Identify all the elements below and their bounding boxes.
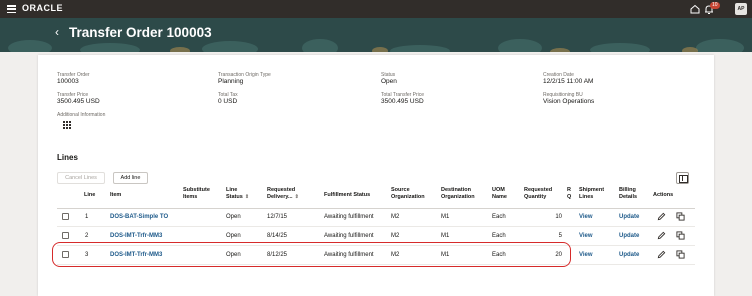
col-header-line-status[interactable]: Line Status ⇕	[226, 187, 249, 201]
cell-status: Open	[226, 214, 241, 220]
field-origin-type: Transaction Origin Type Planning	[218, 72, 271, 86]
sort-icon: ⇕	[294, 194, 299, 200]
field-transfer-order: Transfer Order 100003	[57, 72, 90, 86]
home-icon[interactable]	[690, 4, 700, 14]
row-highlight-annotation	[52, 242, 571, 267]
duplicate-icon[interactable]	[676, 212, 685, 221]
billing-update-link[interactable]: Update	[619, 251, 639, 259]
col-header-truncated[interactable]: RQ	[567, 187, 571, 201]
col-header-item[interactable]: Item	[110, 192, 121, 199]
table-row[interactable]: 1 DOS-BAT-Simple TO Open 12/7/15 Awaitin…	[57, 208, 695, 227]
cell-source: M2	[391, 233, 400, 239]
col-header-line[interactable]: Line	[84, 192, 95, 199]
col-header-actions: Actions	[653, 192, 674, 198]
field-total-tax: Total Tax 0 USD	[218, 92, 238, 106]
notifications-button[interactable]: 10	[704, 2, 720, 15]
cell-fulfillment: Awaiting fulfillment	[324, 214, 374, 220]
field-status: Status Open	[381, 72, 397, 86]
cell-item-link[interactable]: DOS-BAT-Simple TO	[110, 213, 168, 221]
cell-uom: Each	[492, 214, 506, 220]
field-value: 3500.495 USD	[381, 98, 424, 105]
global-header: ORACLE 10 AP	[0, 0, 752, 18]
field-requisitioning-bu: Requisitioning BU Vision Operations	[543, 92, 594, 106]
col-header-fulfillment-status[interactable]: Fulfillment Status	[324, 192, 370, 199]
duplicate-icon[interactable]	[676, 250, 685, 259]
cell-qty: 5	[558, 233, 562, 239]
shipment-view-link[interactable]: View	[579, 213, 593, 221]
col-header-substitute-items[interactable]: Substitute Items	[183, 187, 210, 201]
cell-status: Open	[226, 233, 241, 239]
cell-uom: Each	[492, 233, 506, 239]
page-title: Transfer Order 100003	[69, 25, 212, 40]
menu-icon[interactable]	[7, 5, 16, 13]
cell-line: 1	[85, 214, 89, 220]
col-header-requested-quantity[interactable]: Requested Quantity	[524, 187, 552, 201]
field-value: Planning	[218, 78, 244, 85]
field-value: Open	[381, 78, 397, 85]
sort-icon: ⇕	[244, 194, 250, 200]
shipment-view-link[interactable]: View	[579, 232, 593, 240]
cell-dest: M1	[441, 214, 450, 220]
cancel-lines-button[interactable]: Cancel Lines	[57, 172, 105, 184]
col-header-billing-details[interactable]: Billing Details	[619, 187, 637, 201]
field-additional-information: Additional Information	[57, 112, 105, 118]
field-value: 100003	[57, 78, 79, 85]
billing-update-link[interactable]: Update	[619, 232, 639, 240]
field-total-transfer-price: Total Transfer Price 3500.495 USD	[381, 92, 424, 106]
additional-info-grid-icon[interactable]	[63, 121, 71, 129]
page-banner: ‹ Transfer Order 100003	[0, 18, 752, 52]
back-button[interactable]: ‹	[55, 25, 59, 39]
detach-table-icon[interactable]	[676, 172, 689, 184]
duplicate-icon[interactable]	[676, 231, 685, 240]
add-line-button[interactable]: Add line	[113, 172, 148, 184]
row-checkbox[interactable]	[62, 213, 69, 220]
field-creation-date: Creation Date 12/2/15 11:00 AM	[543, 72, 593, 86]
col-header-destination-organization[interactable]: Destination Organization	[441, 187, 475, 201]
col-header-shipment-lines[interactable]: Shipment Lines	[579, 187, 604, 201]
col-header-uom-name[interactable]: UOM Name	[492, 187, 507, 201]
user-avatar[interactable]: AP	[735, 3, 747, 15]
edit-icon[interactable]	[657, 212, 666, 221]
col-header-source-organization[interactable]: Source Organization	[391, 187, 425, 201]
field-value: Vision Operations	[543, 98, 595, 105]
oracle-logo: ORACLE	[22, 3, 63, 13]
shipment-view-link[interactable]: View	[579, 251, 593, 259]
cell-delivery: 12/7/15	[267, 214, 288, 220]
edit-icon[interactable]	[657, 250, 666, 259]
cell-line: 2	[85, 233, 89, 239]
lines-section-title: Lines	[57, 153, 78, 162]
field-value: 12/2/15 11:00 AM	[543, 78, 594, 85]
edit-icon[interactable]	[657, 231, 666, 240]
cell-item-link[interactable]: DOS-IMT-Trfr-MM3	[110, 232, 162, 240]
cell-qty: 10	[555, 214, 562, 220]
field-label: Additional Information	[57, 112, 106, 118]
field-value: 3500.495 USD	[57, 98, 100, 105]
notification-badge: 10	[710, 2, 720, 9]
field-transfer-price: Transfer Price 3500.495 USD	[57, 92, 100, 106]
row-checkbox[interactable]	[62, 232, 69, 239]
field-value: 0 USD	[218, 98, 238, 105]
cell-source: M2	[391, 214, 400, 220]
cell-delivery: 8/14/25	[267, 233, 288, 239]
cell-dest: M1	[441, 233, 450, 239]
billing-update-link[interactable]: Update	[619, 213, 639, 221]
cell-fulfillment: Awaiting fulfillment	[324, 233, 374, 239]
col-header-requested-delivery[interactable]: Requested Delivery... ⇕	[267, 187, 299, 201]
